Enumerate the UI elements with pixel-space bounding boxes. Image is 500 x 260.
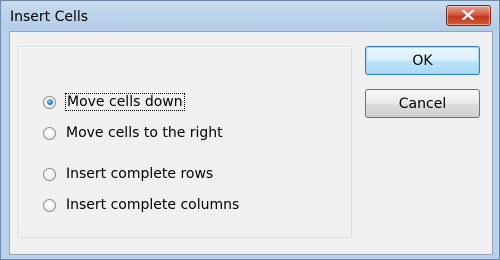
close-button[interactable] (446, 5, 491, 26)
option-label: Move cells down (65, 93, 185, 111)
option-insert-complete-columns[interactable]: Insert complete columns (43, 195, 239, 215)
insert-cells-dialog: Insert Cells Move cells down Move cells … (0, 0, 500, 260)
option-insert-complete-rows[interactable]: Insert complete rows (43, 164, 213, 184)
close-icon (462, 10, 474, 20)
option-label: Insert complete columns (66, 197, 240, 213)
cancel-button[interactable]: Cancel (365, 89, 480, 118)
radio-selected-icon[interactable] (43, 95, 56, 109)
option-label: Insert complete rows (66, 166, 214, 182)
option-move-cells-down[interactable]: Move cells down (43, 92, 185, 112)
ok-button[interactable]: OK (365, 46, 480, 75)
option-move-cells-right[interactable]: Move cells to the right (43, 123, 223, 143)
radio-icon[interactable] (43, 167, 56, 181)
window-title: Insert Cells (10, 9, 89, 25)
title-bar[interactable]: Insert Cells (1, 1, 499, 31)
option-label: Move cells to the right (66, 125, 223, 141)
dialog-body: Move cells down Move cells to the right … (9, 31, 493, 255)
insert-options-group: Move cells down Move cells to the right … (18, 46, 352, 238)
radio-icon[interactable] (43, 198, 56, 212)
radio-icon[interactable] (43, 126, 56, 140)
